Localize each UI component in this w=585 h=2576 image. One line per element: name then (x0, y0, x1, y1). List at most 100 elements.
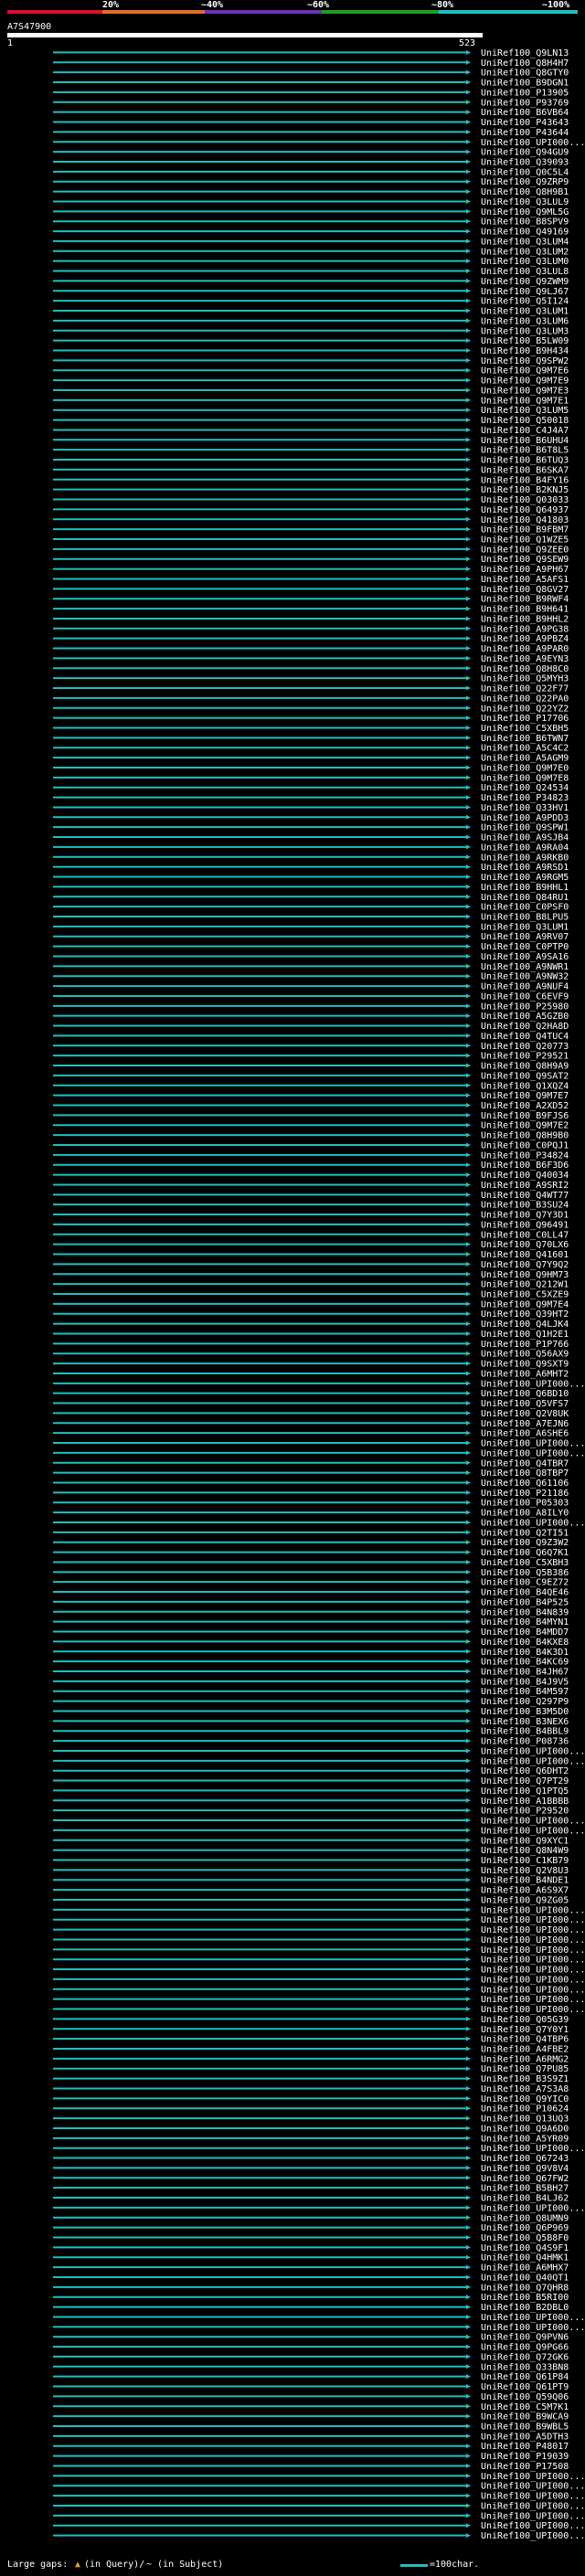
hit-label[interactable]: UniRef100_Q9V8V4 (481, 2164, 569, 2174)
hit-label[interactable]: UniRef100_Q9ZWM9 (481, 277, 569, 287)
hit-label[interactable]: UniRef100_P05303 (481, 1499, 569, 1509)
hit-label[interactable]: UniRef100_C5M7K1 (481, 2402, 569, 2412)
hit-label[interactable]: UniRef100_B4K3D1 (481, 1648, 569, 1658)
hit-label[interactable]: UniRef100_Q20773 (481, 1042, 569, 1052)
hit-label[interactable]: UniRef100_Q3LUM1 (481, 922, 569, 932)
hit-label[interactable]: UniRef100_Q8N4W9 (481, 1846, 569, 1856)
hit-label[interactable]: UniRef100_C5XBH3 (481, 1558, 569, 1568)
hit-label[interactable]: UniRef100_C6EVF9 (481, 991, 569, 1002)
hit-label[interactable]: UniRef100_B6SKA7 (481, 465, 569, 475)
hit-label[interactable]: UniRef100_Q61PT9 (481, 2382, 569, 2392)
hit-label[interactable]: UniRef100_Q9PVN6 (481, 2333, 569, 2343)
hit-label[interactable]: UniRef100_Q9HM73 (481, 1270, 569, 1280)
hit-label[interactable]: UniRef100_UPI000... (481, 2521, 585, 2531)
hit-label[interactable]: UniRef100_C1KB79 (481, 1856, 569, 1866)
hit-label[interactable]: UniRef100_UPI000... (481, 2144, 585, 2154)
hit-label[interactable]: UniRef100_Q13UQ3 (481, 2115, 569, 2125)
hit-label[interactable]: UniRef100_Q41601 (481, 1250, 569, 1260)
hit-label[interactable]: UniRef100_Q24534 (481, 783, 569, 793)
hit-label[interactable]: UniRef100_B9H641 (481, 605, 569, 615)
hit-label[interactable]: UniRef100_B4MDD7 (481, 1627, 569, 1638)
hit-label[interactable]: UniRef100_B9H434 (481, 346, 569, 356)
hit-label[interactable]: UniRef100_C0PSF0 (481, 903, 569, 913)
hit-label[interactable]: UniRef100_UPI000... (481, 2005, 585, 2015)
hit-label[interactable]: UniRef100_Q4LJK4 (481, 1320, 569, 1330)
hit-label[interactable]: UniRef100_Q2TI51 (481, 1528, 569, 1538)
hit-label[interactable]: UniRef100_B2DBL0 (481, 2303, 569, 2313)
hit-label[interactable]: UniRef100_P1P766 (481, 1340, 569, 1350)
hit-label[interactable]: UniRef100_B8LPU5 (481, 912, 569, 922)
hit-label[interactable]: UniRef100_A9SA16 (481, 952, 569, 962)
hit-label[interactable]: UniRef100_UPI000... (481, 1915, 585, 1925)
hit-label[interactable]: UniRef100_Q8GV27 (481, 585, 569, 595)
hit-label[interactable]: UniRef100_Q3LUM5 (481, 406, 569, 416)
hit-label[interactable]: UniRef100_B6T8L5 (481, 446, 569, 456)
hit-label[interactable]: UniRef100_Q2V8UK (481, 1409, 569, 1419)
hit-label[interactable]: UniRef100_UPI000... (481, 1826, 585, 1836)
hit-label[interactable]: UniRef100_Q9M7E6 (481, 366, 569, 376)
hit-label[interactable]: UniRef100_Q41803 (481, 515, 569, 525)
hit-label[interactable]: UniRef100_UPI000... (481, 1756, 585, 1766)
hit-label[interactable]: UniRef100_A9EYN3 (481, 654, 569, 664)
hit-label[interactable]: UniRef100_Q7PU85 (481, 2064, 569, 2074)
hit-label[interactable]: UniRef100_Q9SXT9 (481, 1360, 569, 1370)
hit-label[interactable]: UniRef100_Q9YIC0 (481, 2094, 569, 2104)
hit-label[interactable]: UniRef100_Q49169 (481, 228, 569, 238)
hit-label[interactable]: UniRef100_Q0C5L4 (481, 167, 569, 177)
hit-label[interactable]: UniRef100_Q67FW2 (481, 2174, 569, 2184)
hit-label[interactable]: UniRef100_B6VB64 (481, 108, 569, 118)
hit-label[interactable]: UniRef100_Q40034 (481, 1171, 569, 1181)
hit-label[interactable]: UniRef100_Q7QHR8 (481, 2283, 569, 2293)
hit-label[interactable]: UniRef100_Q7Y3D1 (481, 1211, 569, 1221)
hit-label[interactable]: UniRef100_Q9Z3W2 (481, 1538, 569, 1548)
hit-label[interactable]: UniRef100_Q33HV1 (481, 803, 569, 813)
hit-label[interactable]: UniRef100_Q22YZ2 (481, 704, 569, 714)
hit-label[interactable]: UniRef100_A9RKB0 (481, 853, 569, 863)
hit-label[interactable]: UniRef100_A6S9X7 (481, 1886, 569, 1896)
hit-label[interactable]: UniRef100_Q9M7E3 (481, 386, 569, 396)
hit-label[interactable]: UniRef100_B4KXE8 (481, 1638, 569, 1648)
hit-label[interactable]: UniRef100_UPI000... (481, 1945, 585, 1956)
hit-label[interactable]: UniRef100_UPI000... (481, 2492, 585, 2502)
hit-label[interactable]: UniRef100_P48017 (481, 2442, 569, 2452)
hit-label[interactable]: UniRef100_B9HHL1 (481, 883, 569, 893)
hit-label[interactable]: UniRef100_A2XD52 (481, 1101, 569, 1111)
hit-label[interactable]: UniRef100_P25980 (481, 1002, 569, 1012)
hit-label[interactable]: UniRef100_Q8GTY0 (481, 69, 569, 79)
hit-label[interactable]: UniRef100_B9HHL2 (481, 614, 569, 624)
hit-label[interactable]: UniRef100_Q6BD10 (481, 1389, 569, 1399)
hit-label[interactable]: UniRef100_B5LW09 (481, 336, 569, 346)
hit-label[interactable]: UniRef100_Q9LJ67 (481, 287, 569, 297)
hit-label[interactable]: UniRef100_Q9M7E0 (481, 763, 569, 773)
hit-label[interactable]: UniRef100_Q56AX9 (481, 1350, 569, 1360)
hit-label[interactable]: UniRef100_P93769 (481, 98, 569, 108)
hit-label[interactable]: UniRef100_P19039 (481, 2452, 569, 2462)
hit-label[interactable]: UniRef100_B4JH67 (481, 1668, 569, 1678)
hit-label[interactable]: UniRef100_UPI000... (481, 2511, 585, 2521)
hit-label[interactable]: UniRef100_Q5I124 (481, 297, 569, 307)
hit-label[interactable]: UniRef100_Q3LUL9 (481, 197, 569, 207)
hit-label[interactable]: UniRef100_P34823 (481, 793, 569, 803)
hit-label[interactable]: UniRef100_Q3LUM0 (481, 257, 569, 267)
hit-label[interactable]: UniRef100_A8ILY0 (481, 1509, 569, 1519)
hit-label[interactable]: UniRef100_UPI000... (481, 1905, 585, 1915)
hit-label[interactable]: UniRef100_A9SJB4 (481, 833, 569, 843)
hit-label[interactable]: UniRef100_B4LJ62 (481, 2194, 569, 2204)
hit-label[interactable]: UniRef100_A5YR09 (481, 2134, 569, 2144)
hit-label[interactable]: UniRef100_A9SRI2 (481, 1181, 569, 1191)
hit-label[interactable]: UniRef100_B9WBL5 (481, 2422, 569, 2433)
hit-label[interactable]: UniRef100_B4M597 (481, 1687, 569, 1697)
hit-label[interactable]: UniRef100_Q61P84 (481, 2372, 569, 2382)
hit-label[interactable]: UniRef100_B4NDE1 (481, 1876, 569, 1886)
hit-label[interactable]: UniRef100_Q8H9B1 (481, 187, 569, 197)
hit-label[interactable]: UniRef100_A7S3A8 (481, 2084, 569, 2094)
hit-label[interactable]: UniRef100_UPI000... (481, 1975, 585, 1985)
hit-label[interactable]: UniRef100_B3NEX6 (481, 1717, 569, 1727)
hit-label[interactable]: UniRef100_Q9SPW2 (481, 356, 569, 366)
hit-label[interactable]: UniRef100_Q8TBP7 (481, 1468, 569, 1479)
hit-label[interactable]: UniRef100_Q7PT29 (481, 1776, 569, 1786)
hit-label[interactable]: UniRef100_Q4TUC4 (481, 1032, 569, 1042)
hit-label[interactable]: UniRef100_Q4HMK1 (481, 2253, 569, 2263)
hit-label[interactable]: UniRef100_Q6DHT2 (481, 1766, 569, 1776)
hit-label[interactable]: UniRef100_Q39HT2 (481, 1309, 569, 1320)
